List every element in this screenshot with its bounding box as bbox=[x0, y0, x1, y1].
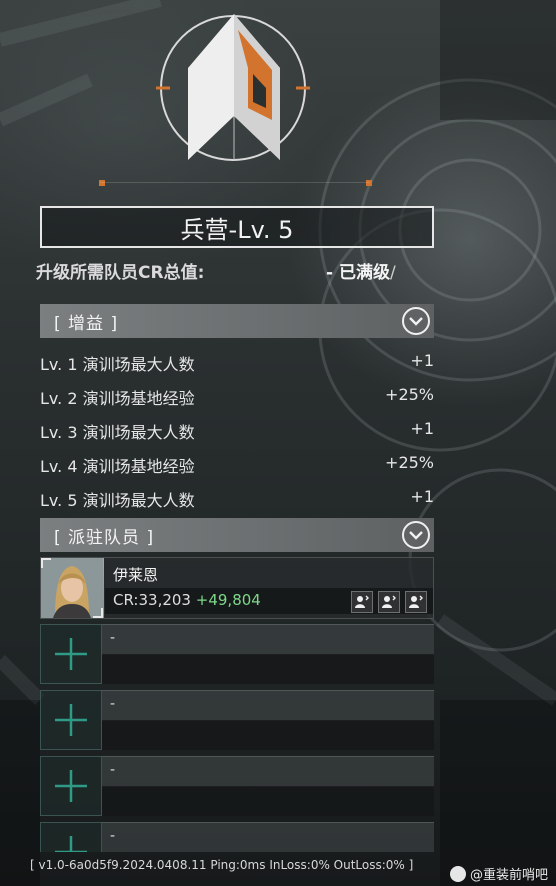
plus-icon bbox=[55, 836, 87, 852]
weibo-logo-icon bbox=[449, 865, 466, 882]
chevron-down-icon[interactable] bbox=[402, 521, 430, 549]
member-cr-bonus: +49,804 bbox=[195, 591, 261, 609]
member-skill-icon bbox=[405, 591, 427, 613]
slot-placeholder: - bbox=[110, 828, 116, 844]
empty-member-slot[interactable]: - bbox=[40, 690, 434, 750]
bonus-row: Lv. 2 演训场基地经验 +25% bbox=[40, 381, 434, 409]
bonus-row: Lv. 1 演训场最大人数 +1 bbox=[40, 347, 434, 375]
slot-placeholder: - bbox=[110, 762, 116, 778]
bonus-level: Lv. 5 演训场最大人数 bbox=[40, 491, 195, 510]
bonus-section-header[interactable]: [ 增益 ] bbox=[40, 304, 434, 338]
barracks-emblem bbox=[150, 8, 320, 168]
member-cr: CR:33,203 +49,804 bbox=[113, 591, 261, 609]
watermark: @重装前哨吧 bbox=[449, 864, 548, 883]
bonus-value: +1 bbox=[410, 487, 434, 506]
version-info: [ v1.0-6a0d5f9.2024.0408.11 Ping:0ms InL… bbox=[30, 858, 414, 872]
add-member-button[interactable] bbox=[40, 822, 102, 852]
bonus-level: Lv. 2 演训场基地经验 bbox=[40, 389, 195, 408]
bonus-row: Lv. 3 演训场最大人数 +1 bbox=[40, 415, 434, 443]
plus-icon bbox=[55, 770, 87, 802]
frame-corner-right bbox=[366, 180, 372, 186]
empty-member-slot[interactable]: - bbox=[40, 822, 434, 852]
add-member-button[interactable] bbox=[40, 624, 102, 684]
building-title: 兵营-Lv. 5 bbox=[40, 206, 434, 248]
staff-section-label: [ 派驻队员 ] bbox=[54, 527, 155, 548]
bonus-row: Lv. 4 演训场基地经验 +25% bbox=[40, 449, 434, 477]
bonus-level: Lv. 3 演训场最大人数 bbox=[40, 423, 195, 442]
bonus-value: +25% bbox=[385, 385, 434, 404]
bonus-value: +25% bbox=[385, 453, 434, 472]
bonus-value: +1 bbox=[410, 419, 434, 438]
bonus-level: Lv. 1 演训场最大人数 bbox=[40, 355, 195, 374]
member-portrait[interactable] bbox=[41, 558, 104, 618]
staff-section-header[interactable]: [ 派驻队员 ] bbox=[40, 518, 434, 552]
bonus-level: Lv. 4 演训场基地经验 bbox=[40, 457, 195, 476]
bonus-value: +1 bbox=[410, 351, 434, 370]
watermark-text: @重装前哨吧 bbox=[469, 868, 548, 883]
requirement-label: 升级所需队员CR总值: bbox=[36, 263, 205, 283]
upgrade-requirement: 升级所需队员CR总值: - 已满级/ bbox=[36, 258, 416, 284]
slot-placeholder: - bbox=[110, 630, 116, 646]
plus-icon bbox=[55, 704, 87, 736]
frame-corner-left bbox=[99, 180, 105, 186]
add-member-button[interactable] bbox=[40, 690, 102, 750]
divider-line bbox=[100, 182, 370, 183]
plus-icon bbox=[55, 638, 87, 670]
requirement-value: - 已满级/ bbox=[326, 263, 396, 283]
add-member-button[interactable] bbox=[40, 756, 102, 816]
slot-placeholder: - bbox=[110, 696, 116, 712]
empty-member-slot[interactable]: - bbox=[40, 624, 434, 684]
chevron-down-icon[interactable] bbox=[402, 307, 430, 335]
bonus-row: Lv. 5 演训场最大人数 +1 bbox=[40, 483, 434, 511]
assigned-member-card[interactable]: 伊莱恩 CR:33,203 +49,804 bbox=[40, 557, 434, 619]
member-skill-icon bbox=[378, 591, 400, 613]
empty-member-slot[interactable]: - bbox=[40, 756, 434, 816]
member-skill-icon bbox=[351, 591, 373, 613]
member-skill-icons bbox=[351, 591, 427, 613]
bonus-section-label: [ 增益 ] bbox=[54, 313, 119, 334]
member-name: 伊莱恩 bbox=[113, 566, 159, 584]
